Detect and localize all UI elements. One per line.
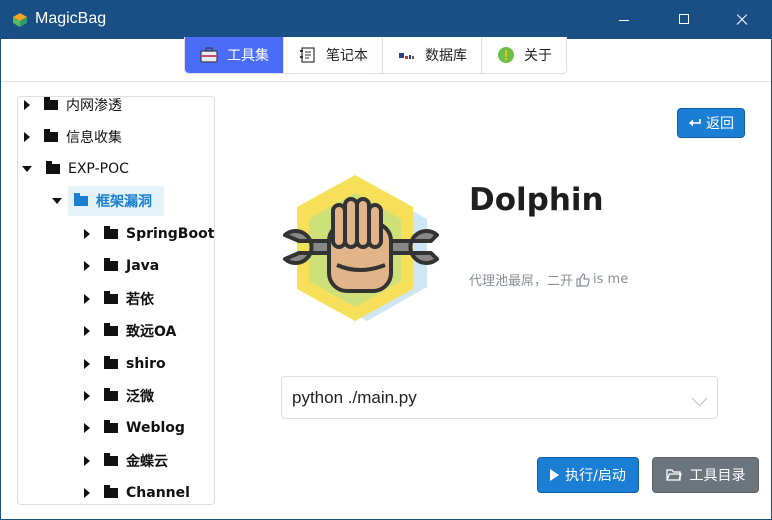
minimize-icon <box>619 20 629 21</box>
chevron-down-icon <box>691 390 708 407</box>
folder-open-icon <box>665 469 682 481</box>
tab-database[interactable]: 数据库 <box>383 37 482 73</box>
tree-item-weaver[interactable]: 泛微 <box>84 381 154 411</box>
tab-label: 数据库 <box>425 48 467 64</box>
folder-icon <box>74 193 88 206</box>
tool-name: Dolphin <box>469 182 604 218</box>
tree-item-seeyon-oa[interactable]: 致远OA <box>84 316 176 346</box>
back-button[interactable]: 返回 <box>677 108 745 138</box>
chevron-right-icon[interactable] <box>84 423 90 433</box>
app-logo-icon <box>13 13 27 27</box>
run-button[interactable]: 执行/启动 <box>537 457 639 493</box>
chevron-right-icon[interactable] <box>24 132 30 142</box>
tree-item-selected-highlight: 框架漏洞 <box>68 186 164 216</box>
toolbox-icon <box>200 47 218 63</box>
folder-icon <box>104 258 118 271</box>
main-tabs: 工具集 笔记本 数据库 关于 <box>184 37 567 74</box>
folder-icon <box>104 356 118 369</box>
folder-icon <box>44 129 58 142</box>
tab-toolbox[interactable]: 工具集 <box>185 37 284 73</box>
folder-icon <box>104 485 118 498</box>
notebook-icon <box>300 47 315 63</box>
title-bar[interactable]: MagicBag <box>1 1 771 39</box>
tree-item-kingdee-cloud[interactable]: 金蝶云 <box>84 446 168 476</box>
tree-item-framework-vulns[interactable]: 框架漏洞 <box>52 186 164 216</box>
chevron-right-icon[interactable] <box>84 488 90 498</box>
folder-icon <box>46 161 60 174</box>
tree-item-label: Java <box>126 258 160 274</box>
window-title: MagicBag <box>35 10 107 27</box>
chevron-right-icon[interactable] <box>84 261 90 271</box>
tool-description: 代理池最屌，二开 is me <box>469 270 628 289</box>
tree-item-label: 框架漏洞 <box>96 194 152 210</box>
tree-item-label: Channel <box>126 485 190 501</box>
tree-item-shiro[interactable]: shiro <box>84 349 166 379</box>
chevron-down-icon[interactable] <box>22 166 32 172</box>
tab-notebook[interactable]: 笔记本 <box>284 37 383 73</box>
maximize-button[interactable] <box>661 1 707 39</box>
close-button[interactable] <box>719 1 765 39</box>
info-icon <box>498 47 514 63</box>
play-icon <box>550 469 560 481</box>
tree-item-channel[interactable]: Channel <box>84 478 190 504</box>
tree-item-label: shiro <box>126 356 166 372</box>
database-icon <box>399 53 414 59</box>
folder-icon <box>104 226 118 239</box>
thumbs-up-icon <box>576 272 590 287</box>
tree-item-label: 致远OA <box>126 324 177 340</box>
folder-icon <box>104 453 118 466</box>
chevron-right-icon[interactable] <box>84 359 90 369</box>
tree-item-label: 泛微 <box>126 389 154 405</box>
run-button-label: 执行/启动 <box>565 468 626 484</box>
tree-item-label: 金蝶云 <box>126 454 168 470</box>
chevron-right-icon[interactable] <box>84 391 90 401</box>
minimize-button[interactable] <box>601 1 647 39</box>
tab-label: 笔记本 <box>326 48 368 64</box>
maximize-icon <box>679 14 689 24</box>
chevron-right-icon[interactable] <box>84 229 90 239</box>
chevron-right-icon[interactable] <box>84 326 90 336</box>
tree-item-intranet[interactable]: 内网渗透 <box>24 97 122 120</box>
tool-description-text: 代理池最屌，二开 <box>469 274 574 289</box>
back-button-label: 返回 <box>706 116 734 132</box>
tool-logo-icon <box>283 175 439 321</box>
tab-label: 工具集 <box>227 48 269 64</box>
header-divider <box>1 81 771 82</box>
tree-item-exp-poc[interactable]: EXP-POC <box>22 154 129 184</box>
tool-description-suffix: is me <box>593 272 629 287</box>
tool-directory-button[interactable]: 工具目录 <box>652 457 759 493</box>
tree-item-label: 内网渗透 <box>66 98 122 114</box>
tree-item-label: SpringBoot <box>126 226 215 242</box>
folder-icon <box>104 291 118 304</box>
tree-item-label: EXP-POC <box>68 161 129 177</box>
tree-item-label: 信息收集 <box>66 130 122 146</box>
tree-item-info-gathering[interactable]: 信息收集 <box>24 122 122 152</box>
app-window: MagicBag 工具集 笔记本 数据库 关于 内网渗透 信息收集 EXP-PO… <box>0 0 772 520</box>
folder-icon <box>104 388 118 401</box>
chevron-down-icon[interactable] <box>52 198 62 204</box>
folder-icon <box>44 97 58 110</box>
tab-about[interactable]: 关于 <box>482 37 566 73</box>
tree-item-label: Weblog <box>126 420 185 436</box>
tree-item-label: 若依 <box>126 292 154 308</box>
folder-icon <box>104 323 118 336</box>
command-select-value: python ./main.py <box>292 388 417 407</box>
return-arrow-icon <box>689 119 701 127</box>
tree-item-java[interactable]: Java <box>84 251 159 281</box>
tab-label: 关于 <box>524 48 552 64</box>
chevron-right-icon[interactable] <box>84 294 90 304</box>
chevron-right-icon[interactable] <box>84 456 90 466</box>
tree-item-weblog[interactable]: Weblog <box>84 413 185 443</box>
tree-item-ruoyi[interactable]: 若依 <box>84 284 154 314</box>
tool-directory-label: 工具目录 <box>689 468 746 484</box>
command-select[interactable]: python ./main.py <box>281 376 718 419</box>
folder-icon <box>104 420 118 433</box>
tree-item-springboot[interactable]: SpringBoot <box>84 219 214 249</box>
category-tree: 内网渗透 信息收集 EXP-POC 框架漏洞 SpringBoot Java 若… <box>17 96 215 505</box>
chevron-right-icon[interactable] <box>24 100 30 110</box>
